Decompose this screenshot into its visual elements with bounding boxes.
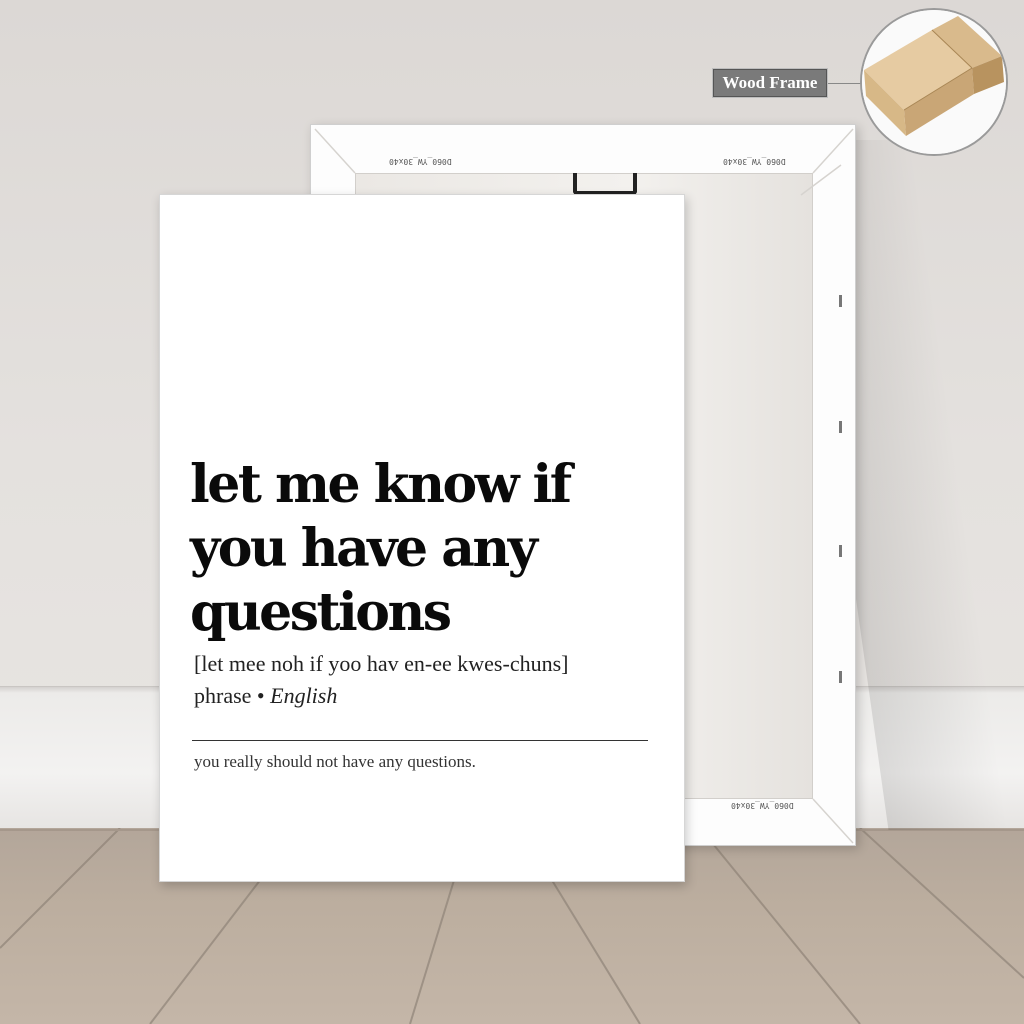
part-of-speech-line: phrase • English — [194, 683, 337, 709]
part-of-speech: phrase — [194, 683, 252, 708]
divider-line — [192, 740, 648, 741]
term-line-2: you have any — [190, 518, 538, 579]
callout-connector — [828, 83, 862, 84]
separator-dot: • — [256, 683, 265, 708]
definition: you really should not have any questions… — [194, 752, 476, 771]
poster-canvas: let me know if you have any questions [l… — [159, 194, 685, 882]
product-scene: D060_YW_30x40 D060_YW_30x40 D060_YW_30x4… — [0, 0, 1024, 1024]
language: English — [270, 683, 338, 708]
pronunciation: [let mee noh if yoo hav en-ee kwes-chuns… — [194, 651, 569, 676]
term-line-3: questions — [190, 582, 452, 643]
term-line-1: let me know if — [190, 454, 572, 515]
wood-frame-label: Wood Frame — [712, 68, 828, 98]
poster-term: let me know if you have any questions — [190, 453, 660, 645]
wood-frame-corner-icon — [860, 8, 1008, 156]
